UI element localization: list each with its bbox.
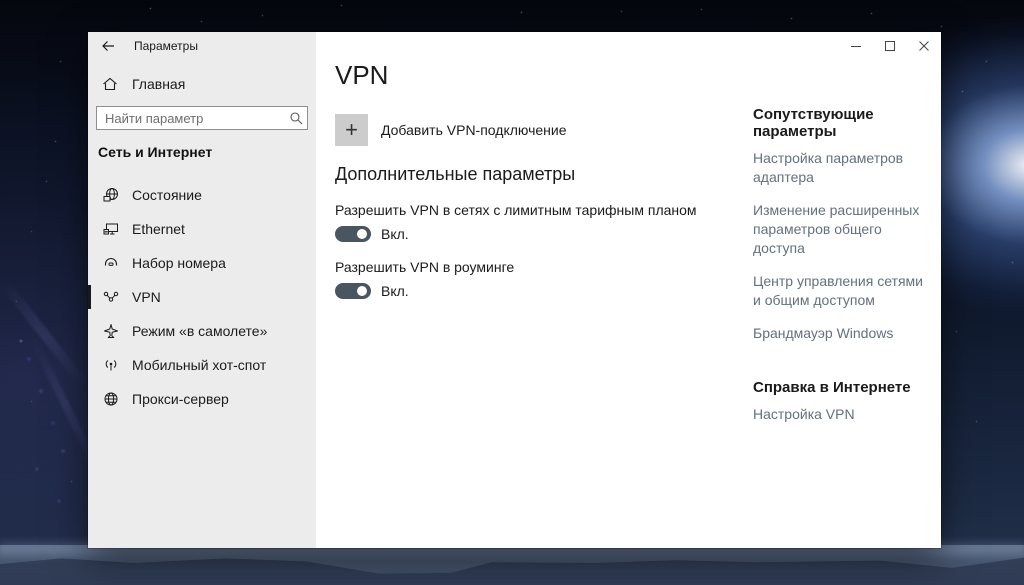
help-from-web: Справка в Интернете Настройка VPN bbox=[753, 379, 925, 424]
sidebar-item-airplane-mode[interactable]: Режим «в самолете» bbox=[88, 314, 316, 348]
sidebar-item-ethernet[interactable]: Ethernet bbox=[88, 212, 316, 246]
sidebar-section-label: Сеть и Интернет bbox=[98, 144, 213, 160]
hotspot-icon bbox=[102, 357, 120, 373]
settings-window: Параметры Главная Сеть и Интернет bbox=[88, 32, 941, 548]
metered-vpn-toggle[interactable] bbox=[335, 226, 371, 242]
sidebar-item-proxy[interactable]: Прокси-сервер bbox=[88, 382, 316, 416]
toggle-state-label: Вкл. bbox=[381, 283, 409, 299]
maximize-button[interactable] bbox=[873, 32, 907, 60]
toggle-knob bbox=[357, 229, 367, 239]
dialup-icon bbox=[102, 255, 120, 271]
roaming-vpn-toggle[interactable] bbox=[335, 283, 371, 299]
vpn-icon bbox=[102, 289, 120, 305]
link-network-sharing-center[interactable]: Центр управления сетями и общим доступом bbox=[753, 272, 925, 310]
search-input[interactable] bbox=[97, 110, 285, 126]
main-panel: VPN + Добавить VPN-подключение Дополните… bbox=[316, 32, 941, 548]
back-arrow-icon bbox=[102, 41, 114, 51]
app-title: Параметры bbox=[134, 39, 198, 53]
minimize-button[interactable] bbox=[839, 32, 873, 60]
sidebar-item-label: Прокси-сервер bbox=[132, 391, 229, 407]
proxy-globe-icon bbox=[102, 391, 120, 407]
back-button[interactable] bbox=[88, 32, 128, 60]
sidebar-item-vpn[interactable]: VPN bbox=[88, 280, 316, 314]
sidebar-item-label: Главная bbox=[132, 76, 186, 92]
network-status-icon bbox=[102, 187, 120, 203]
close-button[interactable] bbox=[907, 32, 941, 60]
link-sharing-options[interactable]: Изменение расширенных параметров общего … bbox=[753, 201, 925, 258]
airplane-icon bbox=[102, 323, 120, 339]
home-icon bbox=[102, 76, 118, 92]
sidebar-item-status[interactable]: Состояние bbox=[88, 178, 316, 212]
add-vpn-label: Добавить VPN-подключение bbox=[381, 122, 567, 138]
help-title: Справка в Интернете bbox=[753, 379, 911, 396]
maximize-icon bbox=[885, 41, 895, 51]
link-vpn-setup-help[interactable]: Настройка VPN bbox=[753, 405, 925, 424]
ethernet-icon bbox=[102, 221, 120, 237]
related-settings: Сопутствующие параметры Настройка параме… bbox=[753, 106, 925, 424]
link-windows-firewall[interactable]: Брандмауэр Windows bbox=[753, 324, 925, 343]
page-title: VPN bbox=[335, 60, 389, 90]
toggle-knob bbox=[357, 286, 367, 296]
titlebar-left: Параметры bbox=[88, 32, 316, 60]
sidebar-item-label: VPN bbox=[132, 289, 161, 305]
sidebar-item-home[interactable]: Главная bbox=[88, 70, 316, 98]
sidebar: Параметры Главная Сеть и Интернет bbox=[88, 32, 316, 548]
sidebar-item-label: Ethernet bbox=[132, 221, 185, 237]
sidebar-item-label: Набор номера bbox=[132, 255, 226, 271]
sidebar-item-mobile-hotspot[interactable]: Мобильный хот-спот bbox=[88, 348, 316, 382]
sidebar-item-label: Мобильный хот-спот bbox=[132, 357, 267, 373]
minimize-icon bbox=[851, 46, 861, 47]
wallpaper-glints bbox=[0, 0, 2, 2]
sidebar-item-dialup[interactable]: Набор номера bbox=[88, 246, 316, 280]
selection-indicator bbox=[88, 285, 91, 309]
search-box bbox=[96, 106, 308, 130]
sidebar-nav: Состояние Ethernet Набор номера VPN Режи… bbox=[88, 178, 316, 416]
link-adapter-settings[interactable]: Настройка параметров адаптера bbox=[753, 149, 925, 187]
search-icon[interactable] bbox=[285, 111, 307, 125]
toggle-state-label: Вкл. bbox=[381, 226, 409, 242]
sidebar-item-label: Режим «в самолете» bbox=[132, 323, 268, 339]
sidebar-item-label: Состояние bbox=[132, 187, 202, 203]
related-settings-title: Сопутствующие параметры bbox=[753, 106, 874, 140]
window-controls bbox=[839, 32, 941, 60]
plus-icon: + bbox=[335, 114, 368, 146]
close-icon bbox=[919, 41, 929, 51]
